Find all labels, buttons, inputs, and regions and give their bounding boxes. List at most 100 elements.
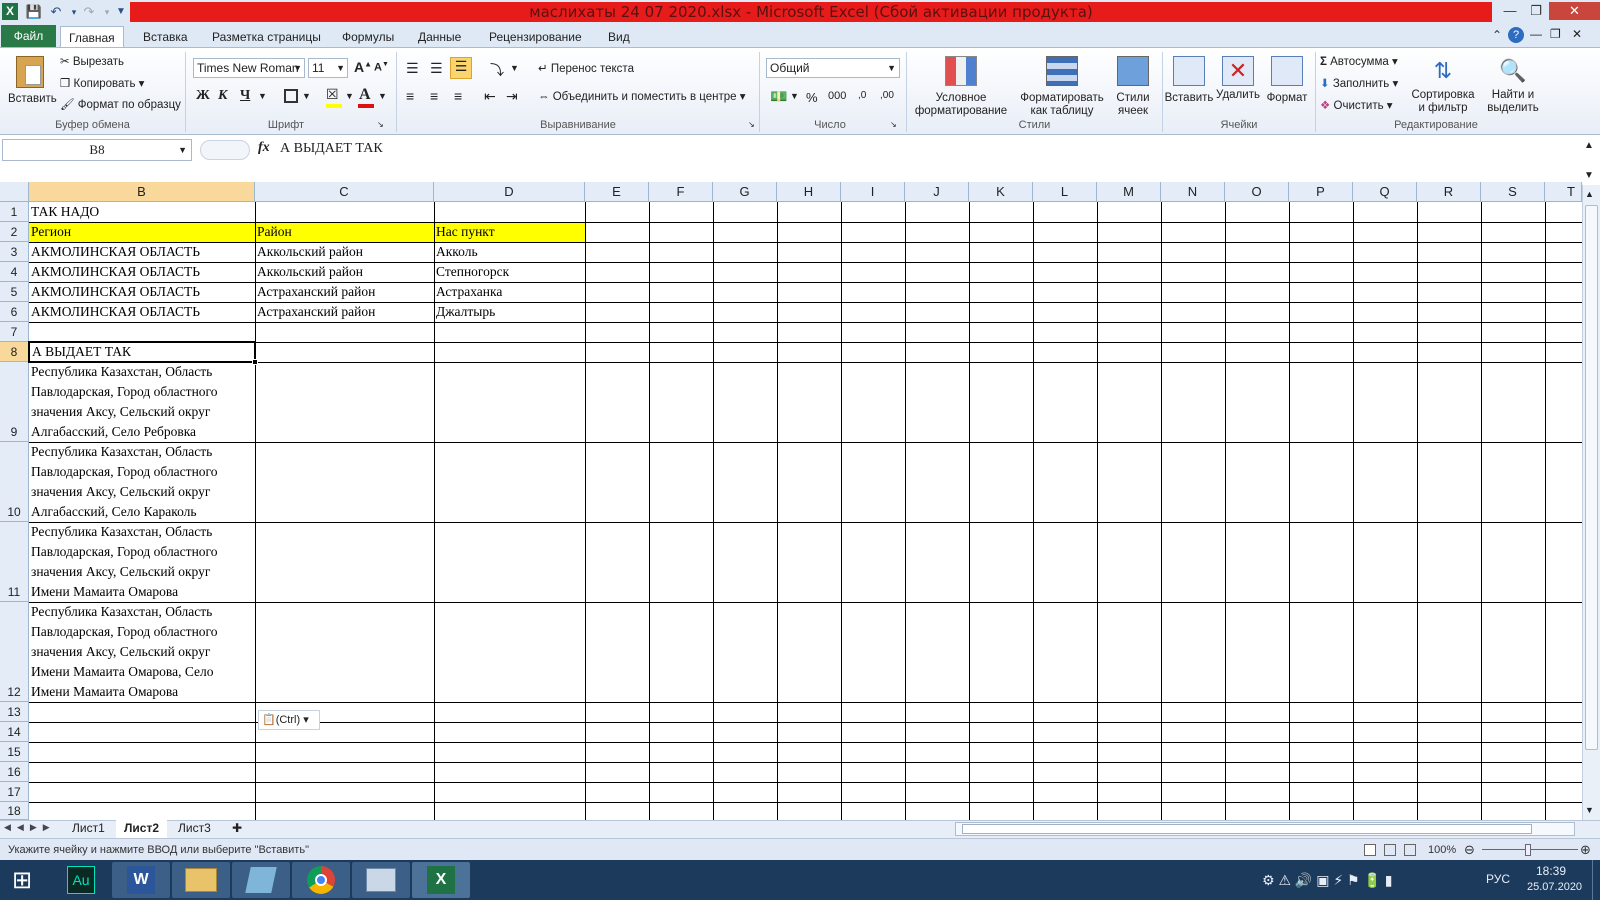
row-header-12[interactable]: 12 [0,602,29,702]
minimize-button[interactable]: — [1497,2,1523,20]
taskbar-word[interactable]: W [112,862,170,898]
grow-font-button[interactable]: A▲ [354,59,372,75]
bold-button[interactable]: Ж [196,88,212,106]
font-size-combo[interactable]: 11 ▼ [308,58,348,78]
taskbar-explorer[interactable] [172,862,230,898]
cell-B6[interactable]: АКМОЛИНСКАЯ ОБЛАСТЬ [29,302,255,322]
decrease-indent-icon[interactable]: ⇤ [484,88,496,105]
col-header-F[interactable]: F [649,182,713,202]
formula-bar-expand-icon[interactable]: ▲ [1584,140,1594,151]
formula-input[interactable]: А ВЫДАЕТ ТАК [280,138,1580,160]
font-color-icon[interactable]: A [359,86,371,104]
tray-icons[interactable]: ⚙ ⚠ 🔊 ▣ ⚡ ⚑ 🔋 ▮ [1262,872,1393,889]
col-header-R[interactable]: R [1417,182,1481,202]
worksheet-grid[interactable]: B C D E F G H I J K L M N O P Q R S T 1 … [0,182,1600,820]
cut-button[interactable]: ✂ Вырезать [60,54,124,68]
formula-bar-collapse-icon[interactable]: ▼ [1584,170,1594,181]
scroll-down-icon[interactable]: ▼ [1585,805,1594,815]
language-indicator[interactable]: РУС [1486,872,1510,886]
doc-close-icon[interactable]: ✕ [1572,27,1582,41]
currency-icon[interactable]: 💵 [770,88,787,105]
align-center-icon[interactable]: ≡ [430,88,438,104]
shrink-font-button[interactable]: A▼ [374,61,389,74]
orientation-dropdown-icon[interactable]: ▼ [510,63,519,73]
row-header-17[interactable]: 17 [0,782,29,802]
increase-decimal-button[interactable]: ,0 [858,90,866,101]
cell-B8[interactable]: А ВЫДАЕТ ТАК [28,341,256,363]
ribbon-collapse-icon[interactable]: ⌃ [1492,28,1502,42]
align-bottom-icon[interactable]: ☰ [450,57,472,79]
find-select-button[interactable]: 🔍 Найти и выделить [1478,52,1548,118]
copy-button[interactable]: ❐ Копировать ▾ [60,76,144,90]
row-header-5[interactable]: 5 [0,282,29,302]
close-button[interactable]: ✕ [1549,2,1600,20]
alignment-dialog-launcher-icon[interactable]: ↘ [748,120,755,129]
col-header-J[interactable]: J [905,182,969,202]
tab-formulas[interactable]: Формулы [334,26,402,48]
borders-icon[interactable] [284,89,298,103]
normal-view-icon[interactable] [1364,844,1376,856]
cell-B2[interactable]: Регион [29,222,255,242]
insert-function-icon[interactable]: fx [258,140,270,156]
tab-page-layout[interactable]: Разметка страницы [204,26,329,48]
customize-qat-icon[interactable]: ▼ [112,3,130,21]
taskbar-paint[interactable] [352,862,410,898]
cell-B10[interactable]: Республика Казахстан, Область Павлодарск… [29,442,255,522]
fill-button[interactable]: ⬇ Заполнить ▾ [1320,76,1398,90]
sheet-tab-2[interactable]: Лист2 [116,820,168,838]
vertical-scrollbar[interactable]: ▲ ▼ [1582,185,1600,820]
undo-icon[interactable]: ↶ [47,3,65,21]
col-header-S[interactable]: S [1481,182,1545,202]
increase-indent-icon[interactable]: ⇥ [506,88,518,105]
cell-D6[interactable]: Джалтырь [434,302,585,322]
row-header-7[interactable]: 7 [0,322,29,342]
cell-D3[interactable]: Акколь [434,242,585,262]
help-icon[interactable]: ? [1508,27,1524,43]
windows-start-icon[interactable]: ⊞ [12,868,38,894]
col-header-N[interactable]: N [1161,182,1225,202]
col-header-T[interactable]: T [1545,182,1582,202]
font-dialog-launcher-icon[interactable]: ↘ [377,120,384,129]
underline-dropdown-icon[interactable]: ▼ [258,91,267,101]
row-header-9[interactable]: 9 [0,362,29,442]
autosum-button[interactable]: Σ Автосумма ▾ [1320,54,1398,68]
taskbar-audition[interactable]: Au [52,862,110,898]
cell-D4[interactable]: Степногорск [434,262,585,282]
cell-C6[interactable]: Астраханский район [255,302,434,322]
row-header-4[interactable]: 4 [0,262,29,282]
col-header-M[interactable]: M [1097,182,1161,202]
decrease-decimal-button[interactable]: ,00 [880,90,894,101]
row-header-14[interactable]: 14 [0,722,29,742]
col-header-I[interactable]: I [841,182,905,202]
row-header-1[interactable]: 1 [0,202,29,222]
sheet-tab-1[interactable]: Лист1 [64,820,113,838]
horizontal-scroll-thumb[interactable] [962,824,1532,834]
row-header-16[interactable]: 16 [0,762,29,782]
cell-C5[interactable]: Астраханский район [255,282,434,302]
format-as-table-button[interactable]: Форматировать как таблицу [1016,52,1108,118]
col-header-K[interactable]: K [969,182,1033,202]
clock-date[interactable]: 25.07.2020 [1527,881,1582,893]
thousands-button[interactable]: 000 [828,90,846,102]
align-right-icon[interactable]: ≡ [454,88,462,104]
zoom-level[interactable]: 100% [1428,839,1456,861]
col-header-O[interactable]: O [1225,182,1289,202]
borders-dropdown-icon[interactable]: ▼ [302,91,311,101]
row-header-10[interactable]: 10 [0,442,29,522]
insert-sheet-icon[interactable]: ✚ [232,821,242,835]
cell-B9[interactable]: Республика Казахстан, Область Павлодарск… [29,362,255,442]
align-middle-icon[interactable]: ☰ [430,60,443,77]
restore-button[interactable]: ❐ [1523,2,1549,20]
cell-C3[interactable]: Аккольский район [255,242,434,262]
number-dialog-launcher-icon[interactable]: ↘ [890,120,897,129]
italic-button[interactable]: К [218,88,234,106]
col-header-E[interactable]: E [585,182,649,202]
cell-B12[interactable]: Республика Казахстан, Область Павлодарск… [29,602,255,702]
tab-insert[interactable]: Вставка [135,26,196,48]
doc-minimize-icon[interactable]: — [1530,27,1542,41]
row-header-6[interactable]: 6 [0,302,29,322]
cell-B1[interactable]: ТАК НАДО [29,202,255,222]
row-header-3[interactable]: 3 [0,242,29,262]
col-header-Q[interactable]: Q [1353,182,1417,202]
col-header-L[interactable]: L [1033,182,1097,202]
